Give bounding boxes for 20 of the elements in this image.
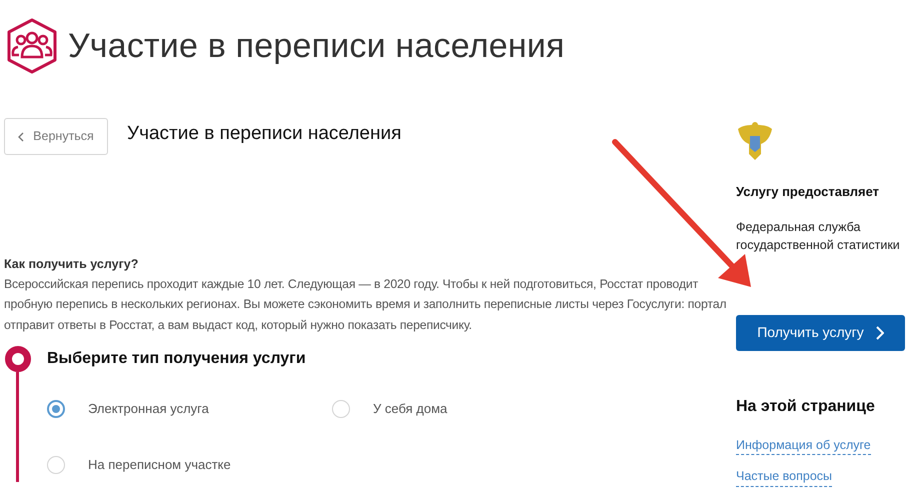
option-label: На переписном участке [88, 456, 231, 474]
on-page-heading: На этой странице [736, 396, 876, 416]
chevron-right-icon [876, 326, 884, 340]
radio-button[interactable] [332, 400, 350, 418]
get-service-button[interactable]: Получить услугу [736, 314, 905, 350]
section-heading: Как получить услугу? [4, 256, 140, 273]
page-title: Участие в переписи населения [68, 26, 565, 66]
anchor-link[interactable]: Информация об услуге [736, 436, 871, 456]
anchor-link[interactable]: Частые вопросы [736, 467, 832, 487]
radio-button[interactable] [47, 456, 65, 474]
service-title: Участие в переписи населения [127, 122, 402, 146]
radio-button[interactable] [47, 400, 65, 418]
provider-heading: Услугу предоставляет [736, 183, 880, 201]
option-label: У себя дома [373, 400, 448, 418]
provider-name: Федеральная служба государственной статистики [736, 218, 901, 254]
chevron-left-icon [18, 132, 24, 142]
back-button[interactable]: Вернуться [4, 118, 108, 155]
description-text: Всероссийская перепись проходит каждые 10 лет. Следующая — в 2020 году. Чтобы к ней подготовиться, Росстат проводит пробную перепись в нескольких регионах. Вы можете сэкономить время и заполнить переписные листы через Госуслуги: портал отправит ответы в Росстат, а вам выдаст код, который нужно показать переписчику. [4, 276, 728, 334]
step-heading: Выберите тип получения услуги [47, 349, 306, 370]
option-label: Электронная услуга [88, 400, 209, 418]
